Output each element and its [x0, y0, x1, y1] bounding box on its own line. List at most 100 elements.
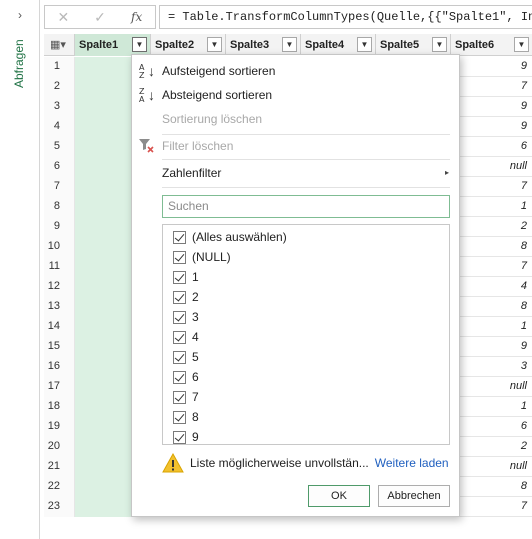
filter-dropdown-icon[interactable]: ▼ [514, 37, 529, 52]
filter-value-label: (Alles auswählen) [192, 230, 287, 244]
filter-value-item[interactable]: 4 [163, 327, 449, 347]
sort-descending-icon: Z A ↓ [139, 87, 155, 104]
cell-spalte6[interactable]: 7 [451, 77, 532, 97]
cell-spalte6[interactable]: 6 [451, 417, 532, 437]
cell-spalte6[interactable]: 4 [451, 277, 532, 297]
filter-value-item[interactable]: 7 [163, 387, 449, 407]
filter-value-item[interactable]: 9 [163, 427, 449, 444]
filter-dropdown-icon[interactable]: ▼ [132, 37, 147, 52]
cell-spalte6[interactable]: 9 [451, 117, 532, 137]
ok-button[interactable]: OK [308, 485, 370, 507]
row-number: 8 [44, 197, 75, 217]
checkbox-checked-icon[interactable] [173, 230, 186, 244]
column-header-spalte4[interactable]: Spalte4 ▼ [301, 34, 376, 56]
cell-spalte6[interactable]: 1 [451, 317, 532, 337]
checkbox-checked-icon[interactable] [173, 370, 186, 384]
filter-value-item[interactable]: 2 [163, 287, 449, 307]
sort-ascending-item[interactable]: A Z ↓ Aufsteigend sortieren [132, 59, 459, 83]
menu-divider [162, 159, 450, 160]
cell-spalte6[interactable]: 8 [451, 477, 532, 497]
cell-spalte6[interactable]: 9 [451, 337, 532, 357]
filter-value-item[interactable]: 6 [163, 367, 449, 387]
filter-dropdown-icon[interactable]: ▼ [207, 37, 222, 52]
sort-ascending-label: Aufsteigend sortieren [162, 64, 276, 78]
search-input[interactable]: Suchen [162, 195, 450, 218]
cell-spalte6[interactable]: 9 [451, 57, 532, 77]
cell-spalte6[interactable]: 7 [451, 177, 532, 197]
filter-dropdown-icon[interactable]: ▼ [432, 37, 447, 52]
cell-spalte6[interactable]: null [451, 157, 532, 177]
cancel-button[interactable]: Abbrechen [378, 485, 450, 507]
filter-value-item[interactable]: (Alles auswählen) [163, 227, 449, 247]
filter-value-item[interactable]: (NULL) [163, 247, 449, 267]
clear-filter-label: Filter löschen [162, 139, 234, 153]
row-number: 7 [44, 177, 75, 197]
cell-spalte6[interactable]: null [451, 377, 532, 397]
column-header-label: Spalte6 [455, 39, 495, 51]
row-number: 23 [44, 497, 75, 517]
row-number: 2 [44, 77, 75, 97]
filter-dropdown-icon[interactable]: ▼ [357, 37, 372, 52]
filter-value-item[interactable]: 3 [163, 307, 449, 327]
fx-icon[interactable]: fx [123, 6, 151, 28]
filter-value-item[interactable]: 5 [163, 347, 449, 367]
cell-spalte6[interactable]: null [451, 457, 532, 477]
clear-sort-label: Sortierung löschen [162, 112, 263, 126]
cell-spalte6[interactable]: 1 [451, 197, 532, 217]
cell-spalte6[interactable]: 2 [451, 437, 532, 457]
filter-value-label: 6 [192, 370, 199, 384]
cell-spalte6[interactable]: 8 [451, 237, 532, 257]
cancel-formula-icon[interactable]: ✕ [49, 6, 77, 28]
column-header-spalte1[interactable]: Spalte1 ▼ [75, 34, 151, 56]
value-checklist: (Alles auswählen) (NULL) 1 2 3 4 5 6 7 8 9 [162, 224, 450, 445]
checkbox-checked-icon[interactable] [173, 290, 186, 304]
incomplete-list-warning: Liste möglicherweise unvollstän... Weite… [162, 452, 452, 474]
filter-value-item[interactable]: 8 [163, 407, 449, 427]
column-header-spalte5[interactable]: Spalte5 ▼ [376, 34, 451, 56]
clear-filter-item[interactable]: Filter löschen [132, 134, 459, 158]
column-header-spalte3[interactable]: Spalte3 ▼ [226, 34, 301, 56]
column-header-label: Spalte2 [155, 39, 195, 51]
checkbox-checked-icon[interactable] [173, 410, 186, 424]
cell-spalte6[interactable]: 7 [451, 257, 532, 277]
warning-text: Liste möglicherweise unvollstän... [190, 456, 369, 470]
column-header-label: Spalte5 [380, 39, 420, 51]
checkbox-checked-icon[interactable] [173, 350, 186, 364]
cell-spalte6[interactable]: 1 [451, 397, 532, 417]
checkbox-checked-icon[interactable] [173, 310, 186, 324]
checkbox-checked-icon[interactable] [173, 330, 186, 344]
checkbox-checked-icon[interactable] [173, 250, 186, 264]
column-header-spalte6[interactable]: Spalte6 ▼ [451, 34, 532, 56]
row-number: 21 [44, 457, 75, 477]
formula-buttons: ✕ ✓ fx [44, 5, 156, 29]
load-more-link[interactable]: Weitere laden [375, 456, 449, 470]
row-number: 16 [44, 357, 75, 377]
filter-value-label: 5 [192, 350, 199, 364]
column-header-spalte2[interactable]: Spalte2 ▼ [151, 34, 226, 56]
clear-sort-item[interactable]: Sortierung löschen [132, 107, 459, 131]
cell-spalte6[interactable]: 3 [451, 357, 532, 377]
cell-spalte6[interactable]: 7 [451, 497, 532, 517]
cell-spalte6[interactable]: 6 [451, 137, 532, 157]
filter-value-label: 8 [192, 410, 199, 424]
number-filter-label: Zahlenfilter [162, 166, 222, 180]
number-filter-item[interactable]: Zahlenfilter ▸ [132, 161, 459, 185]
confirm-formula-icon[interactable]: ✓ [86, 6, 114, 28]
filter-value-label: 2 [192, 290, 199, 304]
expand-panel-icon[interactable]: › [13, 8, 27, 22]
cell-spalte6[interactable]: 8 [451, 297, 532, 317]
filter-value-item[interactable]: 1 [163, 267, 449, 287]
formula-input[interactable]: = Table.TransformColumnTypes(Quelle,{{"S… [159, 5, 532, 29]
filter-value-label: 4 [192, 330, 199, 344]
table-menu-icon[interactable]: ▦▾ [44, 34, 75, 56]
row-number: 19 [44, 417, 75, 437]
checkbox-checked-icon[interactable] [173, 430, 186, 444]
filter-dropdown-icon[interactable]: ▼ [282, 37, 297, 52]
cell-spalte6[interactable]: 2 [451, 217, 532, 237]
sort-descending-item[interactable]: Z A ↓ Absteigend sortieren [132, 83, 459, 107]
cell-spalte6[interactable]: 9 [451, 97, 532, 117]
queries-panel-label[interactable]: Abfragen [12, 39, 26, 88]
row-number: 1 [44, 57, 75, 77]
checkbox-checked-icon[interactable] [173, 270, 186, 284]
checkbox-checked-icon[interactable] [173, 390, 186, 404]
